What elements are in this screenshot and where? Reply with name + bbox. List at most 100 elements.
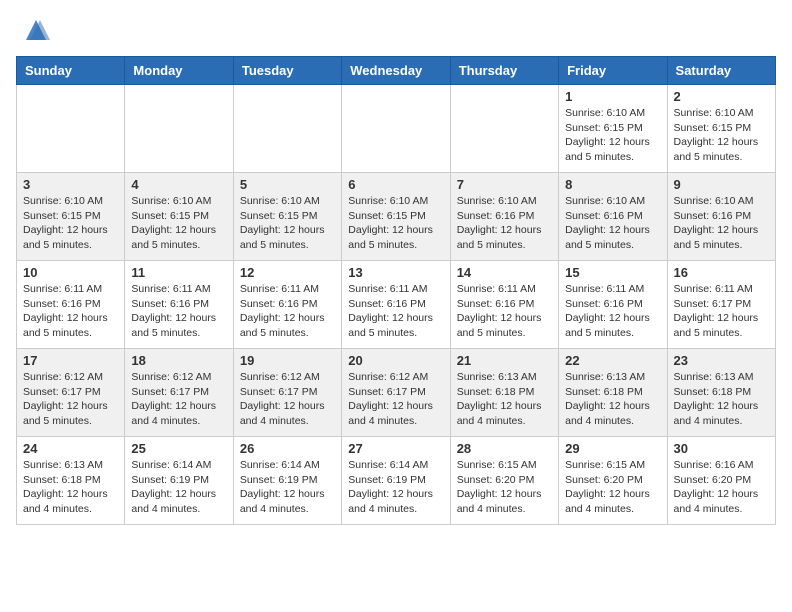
day-cell-20: 20Sunrise: 6:12 AM Sunset: 6:17 PM Dayli…	[342, 349, 450, 437]
day-number: 19	[240, 353, 335, 368]
day-info: Sunrise: 6:13 AM Sunset: 6:18 PM Dayligh…	[674, 370, 769, 429]
day-cell-17: 17 Sunrise: 6:12 AM Sunset: 6:17 PM Dayli…	[17, 349, 125, 437]
day-info: Sunrise: 6:14 AM Sunset: 6:19 PM Dayligh…	[240, 458, 335, 517]
day-number: 22	[565, 353, 660, 368]
day-number: 13	[348, 265, 443, 280]
day-number: 14	[457, 265, 552, 280]
day-info: Sunrise: 6:12 AM Sunset: 6:17 PM Dayligh…	[23, 370, 118, 429]
week-row-1: 1 Sunrise: 6:10 AM Sunset: 6:15 PM Daylig…	[17, 85, 776, 173]
day-info: Sunrise: 6:11 AM Sunset: 6:16 PM Dayligh…	[23, 282, 118, 341]
day-info: Sunrise: 6:10 AM Sunset: 6:15 PM Dayligh…	[23, 194, 118, 253]
day-info: Sunrise: 6:15 AM Sunset: 6:20 PM Dayligh…	[565, 458, 660, 517]
day-number: 18	[131, 353, 226, 368]
day-info: Sunrise: 6:13 AM Sunset: 6:18 PM Dayligh…	[565, 370, 660, 429]
day-info: Sunrise: 6:11 AM Sunset: 6:17 PM Dayligh…	[674, 282, 769, 341]
week-row-3: 10 Sunrise: 6:11 AM Sunset: 6:16 PM Dayli…	[17, 261, 776, 349]
column-header-tuesday: Tuesday	[233, 57, 341, 85]
day-cell-21: 21 Sunrise: 6:13 AM Sunset: 6:18 PM Dayli…	[450, 349, 558, 437]
day-number: 4	[131, 177, 226, 192]
day-number: 28	[457, 441, 552, 456]
day-number: 30	[674, 441, 769, 456]
day-number: 16	[674, 265, 769, 280]
column-header-thursday: Thursday	[450, 57, 558, 85]
calendar-table: SundayMondayTuesdayWednesdayThursdayFrid…	[16, 56, 776, 525]
day-info: Sunrise: 6:10 AM Sunset: 6:16 PM Dayligh…	[674, 194, 769, 253]
day-cell-14: 14 Sunrise: 6:11 AM Sunset: 6:16 PM Dayli…	[450, 261, 558, 349]
day-info: Sunrise: 6:10 AM Sunset: 6:16 PM Dayligh…	[565, 194, 660, 253]
week-row-4: 17 Sunrise: 6:12 AM Sunset: 6:17 PM Dayli…	[17, 349, 776, 437]
day-info: Sunrise: 6:14 AM Sunset: 6:19 PM Dayligh…	[348, 458, 443, 517]
day-number: 3	[23, 177, 118, 192]
empty-cell	[17, 85, 125, 173]
day-cell-9: 9 Sunrise: 6:10 AM Sunset: 6:16 PM Daylig…	[667, 173, 775, 261]
day-cell-25: 25 Sunrise: 6:14 AM Sunset: 6:19 PM Dayli…	[125, 437, 233, 525]
day-cell-10: 10 Sunrise: 6:11 AM Sunset: 6:16 PM Dayli…	[17, 261, 125, 349]
day-info: Sunrise: 6:13 AM Sunset: 6:18 PM Dayligh…	[457, 370, 552, 429]
day-number: 11	[131, 265, 226, 280]
day-cell-4: 4 Sunrise: 6:10 AM Sunset: 6:15 PM Daylig…	[125, 173, 233, 261]
day-info: Sunrise: 6:12 AM Sunset: 6:17 PM Dayligh…	[240, 370, 335, 429]
day-info: Sunrise: 6:10 AM Sunset: 6:15 PM Dayligh…	[240, 194, 335, 253]
day-info: Sunrise: 6:10 AM Sunset: 6:15 PM Dayligh…	[348, 194, 443, 253]
empty-cell	[450, 85, 558, 173]
page-header	[16, 16, 776, 44]
day-info: Sunrise: 6:10 AM Sunset: 6:15 PM Dayligh…	[131, 194, 226, 253]
day-cell-13: 13Sunrise: 6:11 AM Sunset: 6:16 PM Dayli…	[342, 261, 450, 349]
day-number: 26	[240, 441, 335, 456]
day-number: 21	[457, 353, 552, 368]
day-cell-11: 11 Sunrise: 6:11 AM Sunset: 6:16 PM Dayli…	[125, 261, 233, 349]
week-row-2: 3 Sunrise: 6:10 AM Sunset: 6:15 PM Daylig…	[17, 173, 776, 261]
day-number: 20	[348, 353, 443, 368]
day-cell-1: 1 Sunrise: 6:10 AM Sunset: 6:15 PM Daylig…	[559, 85, 667, 173]
day-cell-6: 6 Sunrise: 6:10 AM Sunset: 6:15 PM Daylig…	[342, 173, 450, 261]
day-info: Sunrise: 6:15 AM Sunset: 6:20 PM Dayligh…	[457, 458, 552, 517]
day-info: Sunrise: 6:10 AM Sunset: 6:16 PM Dayligh…	[457, 194, 552, 253]
day-number: 27	[348, 441, 443, 456]
day-cell-18: 18 Sunrise: 6:12 AM Sunset: 6:17 PM Dayli…	[125, 349, 233, 437]
day-info: Sunrise: 6:11 AM Sunset: 6:16 PM Dayligh…	[457, 282, 552, 341]
day-number: 10	[23, 265, 118, 280]
day-info: Sunrise: 6:16 AM Sunset: 6:20 PM Dayligh…	[674, 458, 769, 517]
day-cell-8: 8Sunrise: 6:10 AM Sunset: 6:16 PM Daylig…	[559, 173, 667, 261]
day-number: 25	[131, 441, 226, 456]
day-number: 17	[23, 353, 118, 368]
day-number: 5	[240, 177, 335, 192]
day-cell-27: 27 Sunrise: 6:14 AM Sunset: 6:19 PM Dayli…	[342, 437, 450, 525]
day-info: Sunrise: 6:11 AM Sunset: 6:16 PM Dayligh…	[565, 282, 660, 341]
day-cell-26: 26 Sunrise: 6:14 AM Sunset: 6:19 PM Dayli…	[233, 437, 341, 525]
day-info: Sunrise: 6:10 AM Sunset: 6:15 PM Dayligh…	[565, 106, 660, 165]
day-cell-24: 24Sunrise: 6:13 AM Sunset: 6:18 PM Dayli…	[17, 437, 125, 525]
day-cell-7: 7 Sunrise: 6:10 AM Sunset: 6:16 PM Daylig…	[450, 173, 558, 261]
column-header-saturday: Saturday	[667, 57, 775, 85]
day-cell-3: 3 Sunrise: 6:10 AM Sunset: 6:15 PM Daylig…	[17, 173, 125, 261]
day-info: Sunrise: 6:11 AM Sunset: 6:16 PM Dayligh…	[131, 282, 226, 341]
day-cell-2: 2Sunrise: 6:10 AM Sunset: 6:15 PM Daylig…	[667, 85, 775, 173]
column-header-wednesday: Wednesday	[342, 57, 450, 85]
day-cell-28: 28 Sunrise: 6:15 AM Sunset: 6:20 PM Dayli…	[450, 437, 558, 525]
day-info: Sunrise: 6:14 AM Sunset: 6:19 PM Dayligh…	[131, 458, 226, 517]
day-cell-29: 29Sunrise: 6:15 AM Sunset: 6:20 PM Dayli…	[559, 437, 667, 525]
day-cell-30: 30 Sunrise: 6:16 AM Sunset: 6:20 PM Dayli…	[667, 437, 775, 525]
day-number: 9	[674, 177, 769, 192]
empty-cell	[125, 85, 233, 173]
column-header-sunday: Sunday	[17, 57, 125, 85]
day-cell-16: 16 Sunrise: 6:11 AM Sunset: 6:17 PM Dayli…	[667, 261, 775, 349]
day-info: Sunrise: 6:13 AM Sunset: 6:18 PM Dayligh…	[23, 458, 118, 517]
day-cell-5: 5 Sunrise: 6:10 AM Sunset: 6:15 PM Daylig…	[233, 173, 341, 261]
day-number: 6	[348, 177, 443, 192]
day-info: Sunrise: 6:10 AM Sunset: 6:15 PM Dayligh…	[674, 106, 769, 165]
week-row-5: 24Sunrise: 6:13 AM Sunset: 6:18 PM Dayli…	[17, 437, 776, 525]
day-cell-12: 12Sunrise: 6:11 AM Sunset: 6:16 PM Dayli…	[233, 261, 341, 349]
day-number: 7	[457, 177, 552, 192]
logo-icon	[22, 16, 50, 44]
empty-cell	[233, 85, 341, 173]
column-header-monday: Monday	[125, 57, 233, 85]
day-info: Sunrise: 6:12 AM Sunset: 6:17 PM Dayligh…	[131, 370, 226, 429]
day-cell-15: 15Sunrise: 6:11 AM Sunset: 6:16 PM Dayli…	[559, 261, 667, 349]
calendar-header-row: SundayMondayTuesdayWednesdayThursdayFrid…	[17, 57, 776, 85]
logo	[16, 16, 50, 44]
day-info: Sunrise: 6:11 AM Sunset: 6:16 PM Dayligh…	[240, 282, 335, 341]
day-number: 1	[565, 89, 660, 104]
day-cell-23: 23 Sunrise: 6:13 AM Sunset: 6:18 PM Dayli…	[667, 349, 775, 437]
day-number: 23	[674, 353, 769, 368]
